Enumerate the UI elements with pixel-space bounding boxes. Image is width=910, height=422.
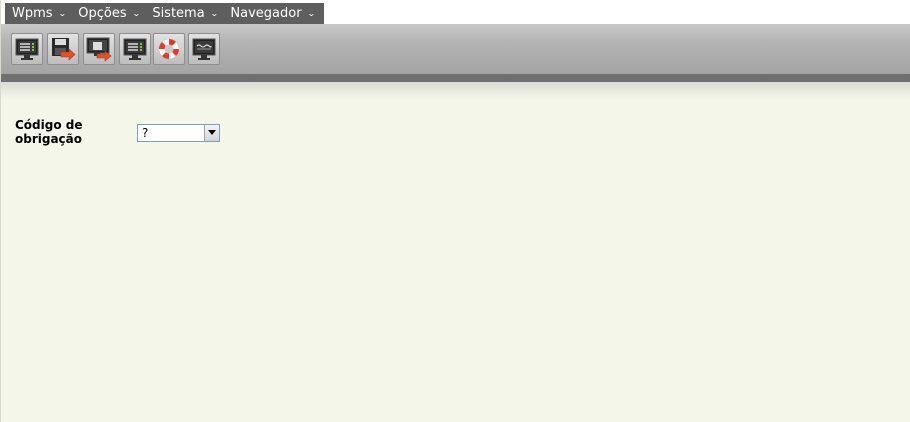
menu-opcoes-label: Opções	[78, 6, 127, 21]
menu-wpms[interactable]: Wpms ⌄	[5, 6, 71, 21]
chevron-down-icon[interactable]	[204, 125, 219, 141]
lifebuoy-help-icon	[158, 38, 180, 60]
monitor-list-icon	[123, 38, 147, 60]
toolbar-button-help[interactable]	[153, 33, 185, 65]
chevron-down-icon: ⌄	[306, 9, 316, 18]
toolbar	[1, 24, 910, 74]
save-export-icon	[52, 38, 76, 61]
toolbar-button-monitor[interactable]	[188, 33, 220, 65]
codigo-obrigacao-value: ?	[142, 126, 149, 140]
toolbar-button-list[interactable]	[11, 33, 43, 65]
chevron-down-icon: ⌄	[209, 9, 219, 18]
menu-navegador-label: Navegador	[230, 6, 302, 21]
monitor-list-icon	[15, 38, 39, 60]
toolbar-button-save[interactable]	[47, 33, 79, 65]
chevron-down-icon: ⌄	[57, 9, 67, 18]
menu-sistema[interactable]: Sistema ⌄	[145, 6, 223, 21]
menu-strip: Wpms ⌄ Opções ⌄ Sistema ⌄ Navegador ⌄	[5, 3, 325, 24]
chevron-down-icon: ⌄	[131, 9, 141, 18]
toolbar-divider	[1, 74, 910, 82]
monitor-wave-icon	[192, 38, 216, 60]
toolbar-button-list-2[interactable]	[119, 33, 151, 65]
menu-wpms-label: Wpms	[12, 6, 53, 21]
monitor-export-icon	[86, 37, 112, 62]
toolbar-button-export[interactable]	[83, 33, 115, 65]
header-shadow	[1, 82, 910, 98]
top-menu-bar: Wpms ⌄ Opções ⌄ Sistema ⌄ Navegador ⌄	[1, 0, 910, 24]
menu-sistema-label: Sistema	[152, 6, 205, 21]
codigo-obrigacao-label: Código de obrigação	[15, 118, 83, 146]
menu-navegador[interactable]: Navegador ⌄	[223, 6, 320, 21]
menu-opcoes[interactable]: Opções ⌄	[71, 6, 145, 21]
codigo-obrigacao-select[interactable]: ?	[137, 124, 220, 142]
